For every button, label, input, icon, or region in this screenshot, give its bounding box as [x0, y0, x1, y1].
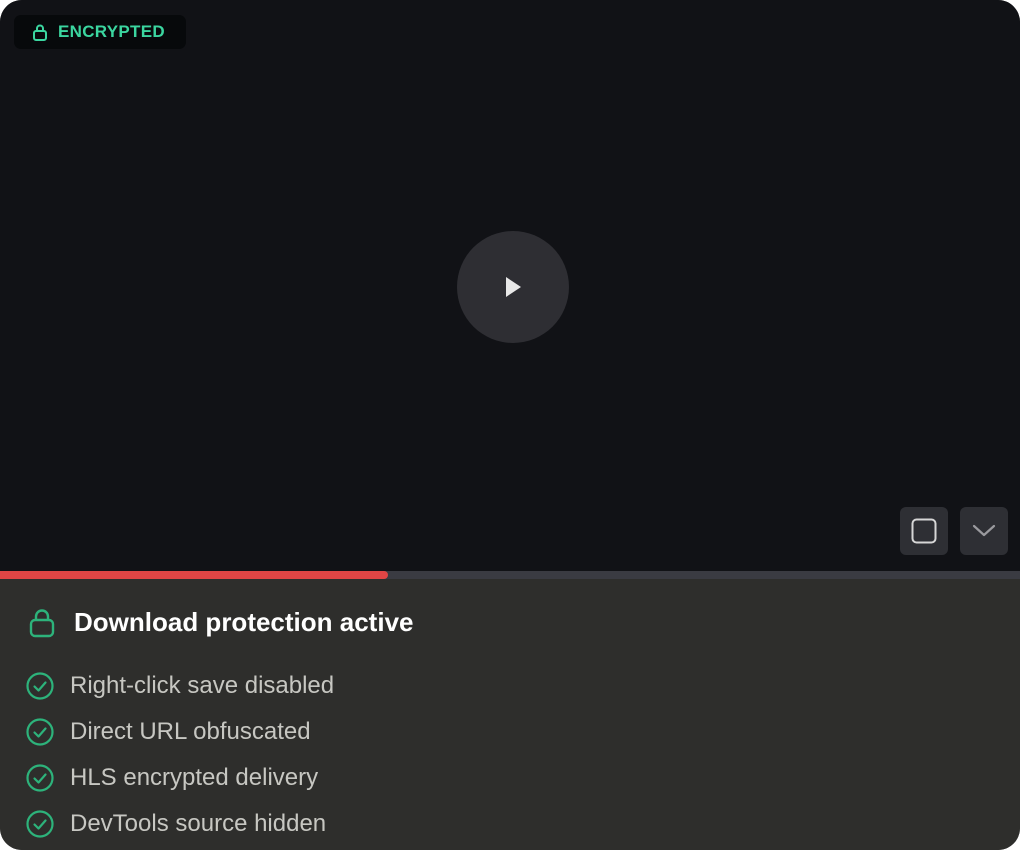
- encrypted-badge: ENCRYPTED: [14, 15, 186, 49]
- list-item-label: Direct URL obfuscated: [70, 718, 311, 745]
- list-item-label: DevTools source hidden: [70, 810, 327, 837]
- check-circle-icon: [25, 763, 55, 793]
- list-item-label: HLS encrypted delivery: [70, 764, 319, 791]
- list-item: Direct URL obfuscated: [25, 709, 334, 755]
- check-circle-icon: [25, 717, 55, 747]
- expand-button[interactable]: [960, 507, 1008, 555]
- progress-bar[interactable]: [0, 571, 1020, 579]
- square-icon: [911, 518, 937, 544]
- progress-fill: [0, 571, 388, 579]
- list-item: Right-click save disabled: [25, 663, 334, 709]
- protection-title: Download protection active: [74, 607, 414, 637]
- check-circle-icon: [25, 809, 55, 839]
- protection-header: Download protection active: [28, 607, 414, 638]
- check-circle-icon: [25, 671, 55, 701]
- list-item-label: Right-click save disabled: [70, 672, 335, 699]
- play-button[interactable]: [457, 231, 569, 343]
- chevron-down-icon: [972, 524, 996, 538]
- video-area[interactable]: ENCRYPTED: [0, 0, 1020, 571]
- protection-list: Right-click save disabled Direct URL obf…: [25, 663, 334, 847]
- list-item: HLS encrypted delivery: [25, 755, 334, 801]
- badge-label: ENCRYPTED: [58, 22, 165, 41]
- lock-icon: [28, 608, 56, 638]
- video-player-card: ENCRYPTED Download protection active Rig…: [0, 0, 1020, 850]
- list-item: DevTools source hidden: [25, 801, 334, 847]
- protection-panel: Download protection active Right-click s…: [0, 579, 1020, 850]
- stop-button[interactable]: [900, 507, 948, 555]
- lock-icon: [32, 23, 48, 41]
- play-icon: [502, 274, 524, 300]
